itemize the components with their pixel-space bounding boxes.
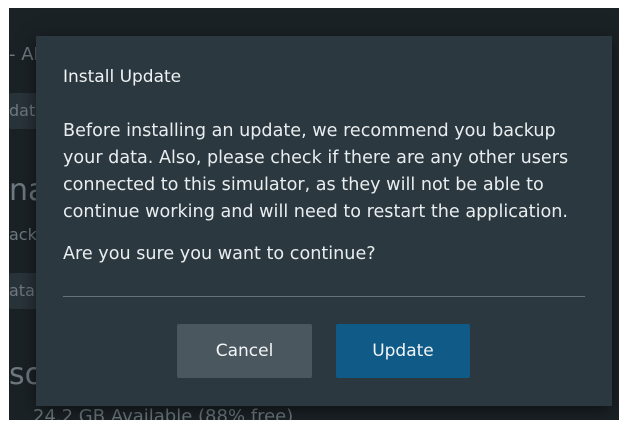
cancel-button[interactable]: Cancel <box>177 324 312 378</box>
storage-available-text: 24.2 GB Available (88% free) <box>33 406 294 420</box>
install-update-dialog: Install Update Before installing an upda… <box>36 36 612 406</box>
dialog-message: Before installing an update, we recommen… <box>63 121 569 222</box>
background-subtext-fragment: ack <box>9 225 37 244</box>
dialog-title: Install Update <box>63 67 182 87</box>
dialog-question: Are you sure you want to continue? <box>63 244 376 264</box>
dialog-divider <box>63 296 585 297</box>
update-button[interactable]: Update <box>336 324 470 378</box>
background-field-text-2: ata <box>9 281 35 300</box>
app-screen: - AP date nag ack ata sor 24.2 GB Availa… <box>9 8 619 420</box>
